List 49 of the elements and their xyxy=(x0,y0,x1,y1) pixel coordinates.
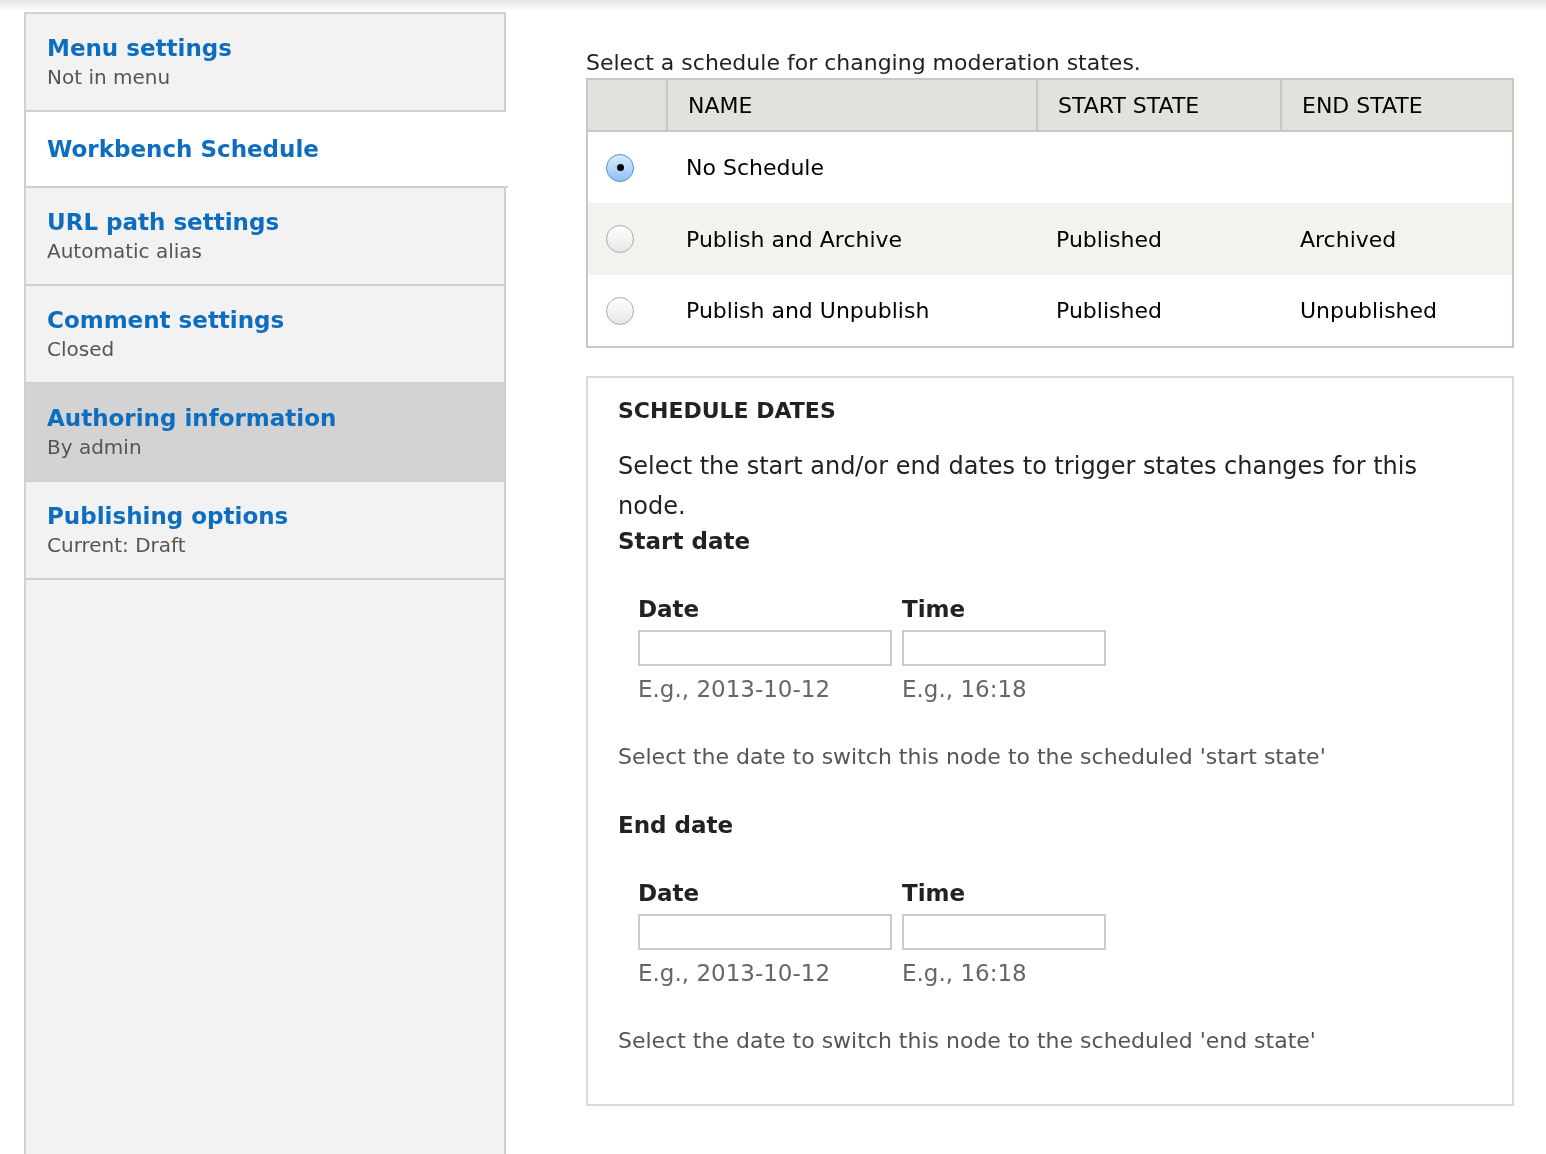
group-label: End date xyxy=(618,811,735,840)
field-description: Select the date to switch this node to the scheduled 'end state' xyxy=(618,1027,1317,1055)
column-header: START STATE xyxy=(1037,79,1281,131)
vertical-tab[interactable]: Authoring information By admin xyxy=(26,384,506,482)
date-label: Date xyxy=(638,595,701,624)
table-cell: Published xyxy=(1056,298,1162,323)
column-header: END STATE xyxy=(1281,79,1513,131)
radio-button[interactable] xyxy=(606,225,634,253)
tab-summary: Closed xyxy=(47,336,116,363)
table-cell: No Schedule xyxy=(686,155,824,180)
date-hint: E.g., 2013-10-12 xyxy=(638,675,832,704)
fieldset-title: SCHEDULE DATES xyxy=(618,397,837,425)
tab-title: Publishing options xyxy=(47,502,290,531)
vertical-tab[interactable]: Comment settings Closed xyxy=(26,286,506,384)
table-cell: Archived xyxy=(1300,226,1397,252)
time-hint: E.g., 16:18 xyxy=(902,959,1028,988)
tab-title: Authoring information xyxy=(47,404,338,433)
group-label: Start date xyxy=(618,527,751,556)
table-cell: Publish and Archive xyxy=(686,226,903,252)
radio-button[interactable] xyxy=(606,296,634,325)
date-label: Date xyxy=(638,879,701,908)
field-description: Select the date to switch this node to the scheduled 'start state' xyxy=(618,743,1327,771)
time-label: Time xyxy=(902,879,967,908)
time-field[interactable] xyxy=(902,630,1106,666)
vertical-tab[interactable]: Publishing options Current: Draft xyxy=(26,482,506,580)
vertical-tab[interactable]: Menu settings Not in menu xyxy=(26,14,506,112)
table-cell: Publish and Unpublish xyxy=(686,298,930,323)
time-label: Time xyxy=(902,595,967,624)
time-hint: E.g., 16:18 xyxy=(902,675,1028,704)
schedule-intro: Select a schedule for changing moderation states. xyxy=(586,49,1142,77)
vertical-tab[interactable]: Workbench Schedule xyxy=(26,112,508,188)
tab-summary: By admin xyxy=(47,434,143,461)
tab-title: Workbench Schedule xyxy=(47,135,320,164)
time-field[interactable] xyxy=(902,914,1106,950)
tab-summary: Automatic alias xyxy=(47,238,203,265)
column-header: NAME xyxy=(667,79,1037,131)
tab-title: URL path settings xyxy=(47,208,281,237)
date-field[interactable] xyxy=(638,630,892,666)
table-cell: Published xyxy=(1056,226,1162,252)
fieldset-description: Select the start and/or end dates to trigger states changes for this node. xyxy=(618,451,1418,522)
table-cell: Unpublished xyxy=(1300,298,1438,323)
tab-summary: Current: Draft xyxy=(47,532,187,559)
date-field[interactable] xyxy=(638,914,892,950)
vertical-tab[interactable]: URL path settings Automatic alias xyxy=(26,188,506,286)
date-hint: E.g., 2013-10-12 xyxy=(638,959,832,988)
tab-title: Comment settings xyxy=(47,306,286,335)
radio-button[interactable] xyxy=(606,153,634,182)
tab-title: Menu settings xyxy=(47,34,233,63)
tab-summary: Not in menu xyxy=(47,64,172,91)
